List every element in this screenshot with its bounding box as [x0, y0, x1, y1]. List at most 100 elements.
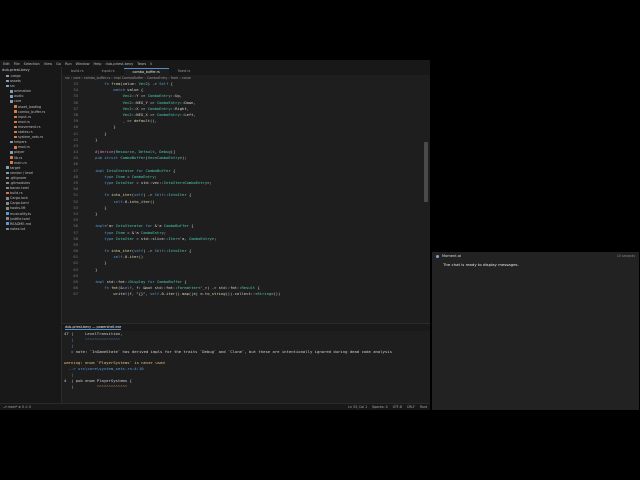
tree-item-label: mod.rs [18, 119, 30, 124]
menu-item[interactable]: Tears [137, 62, 146, 66]
code-text: self.0.iter() [113, 254, 144, 260]
tree-item-label: .cargo [10, 74, 21, 78]
tree-item-label: Cargo.toml [10, 201, 29, 206]
code-text: pub struct ComboBuffer(Vec<ComboEntry>); [95, 155, 187, 161]
code-text: } [86, 210, 98, 216]
avatar-icon [436, 254, 439, 258]
file-icon [14, 105, 17, 108]
file-icon [14, 135, 17, 139]
status-left[interactable]: ⎇ main* ⊗ 0 ⚠ 0 [3, 405, 31, 409]
editor-tab[interactable]: build.rs [62, 68, 93, 75]
file-icon [6, 176, 9, 180]
code-text: write!(f, "{}", self.0.iter().map(|e| e.… [86, 291, 281, 297]
status-right: Ln 33, Col 1 Spaces: 4 UTF-8 CRLF Rust [348, 405, 427, 409]
tree-item-label: combo_buffer.rs [18, 109, 46, 114]
editor-tab[interactable]: combo_buffer.rs [123, 68, 169, 75]
tree-item-label: main.rs [14, 160, 27, 165]
tree-item-label: assets [10, 79, 21, 84]
code-text: impl std::fmt::Display for ComboBuffer { [95, 279, 187, 284]
tree-item-label: player [14, 150, 25, 155]
code-text: } [86, 260, 107, 266]
menu-item[interactable]: View [44, 62, 52, 66]
file-icon [10, 161, 13, 164]
menu-item[interactable]: ii [150, 62, 152, 66]
file-icon [10, 100, 13, 103]
code-text: type Item = &'a ComboEntry; [104, 229, 167, 235]
code-text: _ => default(), [86, 118, 157, 124]
status-item[interactable]: CRLF [407, 405, 415, 409]
tree-item-label: animation [14, 89, 32, 94]
code-text: } [86, 124, 116, 130]
code-text: Vec2::NEG_X => ComboEntry::Left, [122, 111, 196, 117]
tree-item-label: target [10, 165, 21, 170]
file-icon [6, 79, 9, 83]
tree-item-label: src [10, 84, 15, 89]
file-icon [10, 95, 13, 98]
file-icon [14, 130, 17, 134]
tree-item-label: audio [14, 94, 24, 99]
status-bar: ⎇ main* ⊗ 0 ⚠ 0 Ln 33, Col 1 Spaces: 4 UTF… [0, 403, 430, 410]
status-item[interactable]: Rust [420, 405, 427, 409]
menu-item[interactable]: Go [56, 62, 61, 66]
explorer-title: dub-priest-bevy [2, 68, 30, 72]
code-editor[interactable]: 33 fn from(value: Vec2) -> Self {34 matc… [62, 81, 422, 321]
status-item[interactable]: Spaces: 4 [372, 405, 388, 409]
menu-item[interactable]: File [14, 62, 20, 66]
editor-tab[interactable]: input.rs [93, 68, 124, 75]
explorer-sidebar: dub-priest-bevy .cargo assets src animation… [0, 67, 62, 403]
terminal-tab[interactable]: dub-priest-bevy — powershell.exe [65, 325, 122, 330]
code-text: fn from(value: Vec2) -> Self { [104, 81, 173, 86]
tree-item-label: states.rs [18, 130, 33, 135]
tree-item-label: justfile.toml [10, 216, 31, 221]
code-text: } [86, 266, 98, 272]
tree-item-label: README.md [10, 221, 32, 226]
ide-window: Edit File Selection View Go Run Window Help dub-… [0, 60, 430, 410]
file-icon [10, 90, 13, 93]
menu-item[interactable]: dub-priest-bevy [105, 62, 133, 66]
tree-item-label: mod.rs [18, 145, 30, 150]
tree-item[interactable]: notes.txt [0, 227, 61, 232]
code-text: self.0.into_iter() [113, 198, 155, 204]
file-icon [6, 181, 9, 185]
chat-panel: Moment.ai 10 seconds The chat is ready t… [432, 252, 639, 410]
code-text: type IntoIter = std::vec::IntoIter<Combo… [104, 180, 212, 185]
menu-item[interactable]: Edit [3, 62, 10, 66]
tree-item-label: build.rs [10, 191, 23, 196]
terminal-line: = note: `InGameState` has derived impls … [64, 348, 392, 354]
code-text: fn into_iter(self) -> Self::IntoIter { [104, 248, 192, 254]
file-icon [14, 110, 17, 113]
menu-item[interactable]: Selection [24, 62, 40, 66]
file-icon [14, 120, 17, 124]
file-icon [6, 217, 9, 220]
menu-item[interactable]: Window [76, 62, 90, 66]
menu-bar: Edit File Selection View Go Run Window Help dub-… [0, 60, 430, 67]
code-text: Vec2::NEG_Y => ComboEntry::Down, [122, 99, 196, 105]
code-text: Vec2::X => ComboEntry::Right, [122, 105, 189, 111]
tree-item-label: system_sets.rs [18, 135, 44, 140]
tree-item-label: .gitignore [10, 175, 27, 180]
code-line[interactable]: 67 write!(f, "{}", self.0.iter().map(|e|… [62, 291, 422, 297]
file-icon [6, 197, 9, 200]
tree-item-label: notes.txt [10, 226, 26, 231]
file-icon [6, 222, 9, 225]
file-icon [6, 74, 9, 78]
menu-item[interactable]: Run [65, 62, 72, 66]
terminal-panel[interactable]: 47 | LevelTransition, | ^^^^^^^^^^^^^^^ … [62, 331, 430, 403]
file-icon [6, 186, 9, 190]
status-item[interactable]: UTF-8 [393, 405, 402, 409]
menu-item[interactable]: Help [93, 62, 101, 66]
chat-time: 10 seconds [616, 254, 635, 258]
code-text: } [86, 204, 107, 210]
code-text: } [86, 136, 98, 142]
editor-tab[interactable]: fixed.rs [169, 68, 200, 75]
code-text: fn into_iter(self) -> Self::IntoIter { [104, 192, 192, 198]
code-text: Vec2::Y => ComboEntry::Up, [122, 93, 183, 99]
tree-item-label: bacon.toml [10, 186, 30, 191]
status-item[interactable]: Ln 33, Col 1 [348, 405, 367, 409]
code-text: type IntoIter = std::slice::Iter<'a, Com… [104, 235, 217, 241]
chat-header: Moment.ai 10 seconds [432, 252, 639, 260]
editor-tabs: build.rs input.rs combo_buffer.rs fixed.rs [62, 67, 430, 75]
tree-item-label: input.rs [18, 114, 31, 119]
editor-scrollbar[interactable] [424, 142, 428, 202]
file-icon [10, 156, 13, 159]
